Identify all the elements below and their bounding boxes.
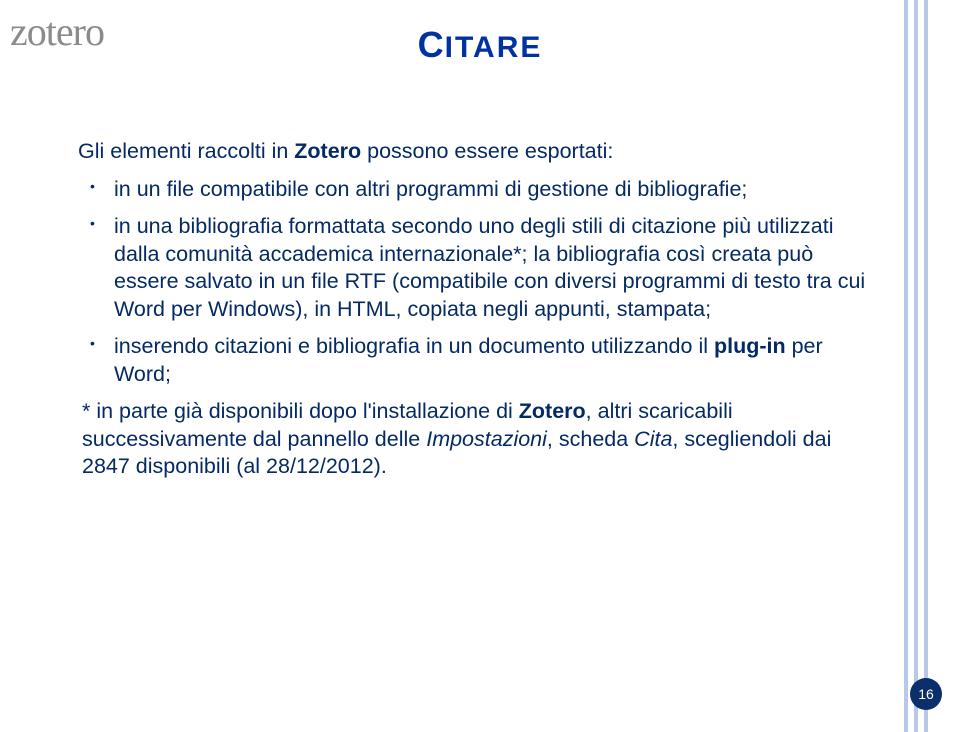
- page-title: CITARE: [0, 24, 960, 66]
- footnote: * in parte già disponibili dopo l'instal…: [78, 398, 873, 481]
- intro-pre: Gli elementi raccolti in: [78, 139, 294, 163]
- title-rest: ITARE: [445, 31, 543, 64]
- stripe: [914, 0, 918, 732]
- footnote-ital1: Impostazioni: [426, 427, 547, 451]
- page-number: 16: [918, 686, 934, 702]
- stripe: [924, 0, 928, 732]
- title-first-letter: C: [418, 24, 445, 65]
- list-item: in un file compatibile con altri program…: [98, 176, 873, 204]
- bullet-text-bold: plug-in: [714, 334, 786, 358]
- footnote-bold: Zotero: [519, 399, 586, 423]
- intro-after: possono essere esportati:: [361, 139, 613, 163]
- intro-text: Gli elementi raccolti in Zotero possono …: [78, 138, 873, 166]
- bullet-text: in un file compatibile con altri program…: [114, 177, 747, 201]
- footnote-sep: , scheda: [547, 427, 634, 451]
- footnote-pre: * in parte già disponibili dopo l'instal…: [82, 399, 519, 423]
- bullet-list: in un file compatibile con altri program…: [78, 176, 873, 389]
- footnote-ital2: Cita: [634, 427, 672, 451]
- slide-content: Gli elementi raccolti in Zotero possono …: [78, 138, 873, 481]
- bullet-text-pre: inserendo citazioni e bibliografia in un…: [114, 334, 714, 358]
- page-number-badge: 16: [910, 678, 942, 710]
- list-item: in una bibliografia formattata secondo u…: [98, 213, 873, 323]
- list-item: inserendo citazioni e bibliografia in un…: [98, 333, 873, 388]
- decorative-stripes: [904, 0, 928, 732]
- stripe: [904, 0, 908, 732]
- intro-bold: Zotero: [294, 139, 361, 163]
- bullet-text: in una bibliografia formattata secondo u…: [114, 214, 865, 321]
